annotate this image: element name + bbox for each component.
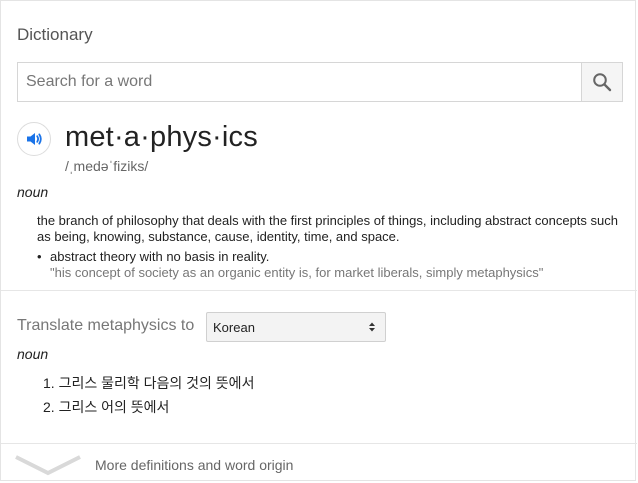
definition-text: the branch of philosophy that deals with… <box>37 213 618 244</box>
speaker-icon <box>27 133 42 145</box>
pronunciation-button[interactable] <box>17 122 51 156</box>
card-title: Dictionary <box>17 25 93 44</box>
more-definitions-link[interactable]: More definitions and word origin <box>15 451 335 479</box>
select-arrows-icon <box>365 320 379 334</box>
translation-list: 1. 그리스 물리학 다음의 것의 뜻에서 2. 그리스 어의 뜻에서 <box>43 371 254 419</box>
translation-part-of-speech: noun <box>17 346 49 362</box>
divider <box>1 290 637 291</box>
search-button[interactable] <box>581 63 622 101</box>
subdefinition-text: abstract theory with no basis in reality… <box>50 249 270 264</box>
language-select[interactable]: Korean <box>206 312 386 342</box>
bullet: • <box>37 249 42 264</box>
headword: met·a·phys·ics <box>65 121 258 153</box>
search-input[interactable] <box>18 63 581 101</box>
divider <box>1 443 637 444</box>
translation-item: 2. 그리스 어의 뜻에서 <box>43 399 170 415</box>
language-select-value: Korean <box>213 319 255 335</box>
translation-item: 1. 그리스 물리학 다음의 것의 뜻에서 <box>43 375 255 391</box>
chevron-down-icon <box>15 455 81 476</box>
part-of-speech: noun <box>17 184 49 200</box>
example-sentence: "his concept of society as an organic en… <box>50 265 544 280</box>
search-icon <box>593 73 612 92</box>
search-box <box>17 62 623 102</box>
translate-label: Translate metaphysics to <box>17 317 195 334</box>
more-definitions-label: More definitions and word origin <box>95 457 294 473</box>
phonetic-spelling: /ˌmedəˈfiziks/ <box>65 158 149 174</box>
dictionary-card: Dictionary met·a·phys·ics /ˌmedəˈfiziks/… <box>0 0 637 481</box>
